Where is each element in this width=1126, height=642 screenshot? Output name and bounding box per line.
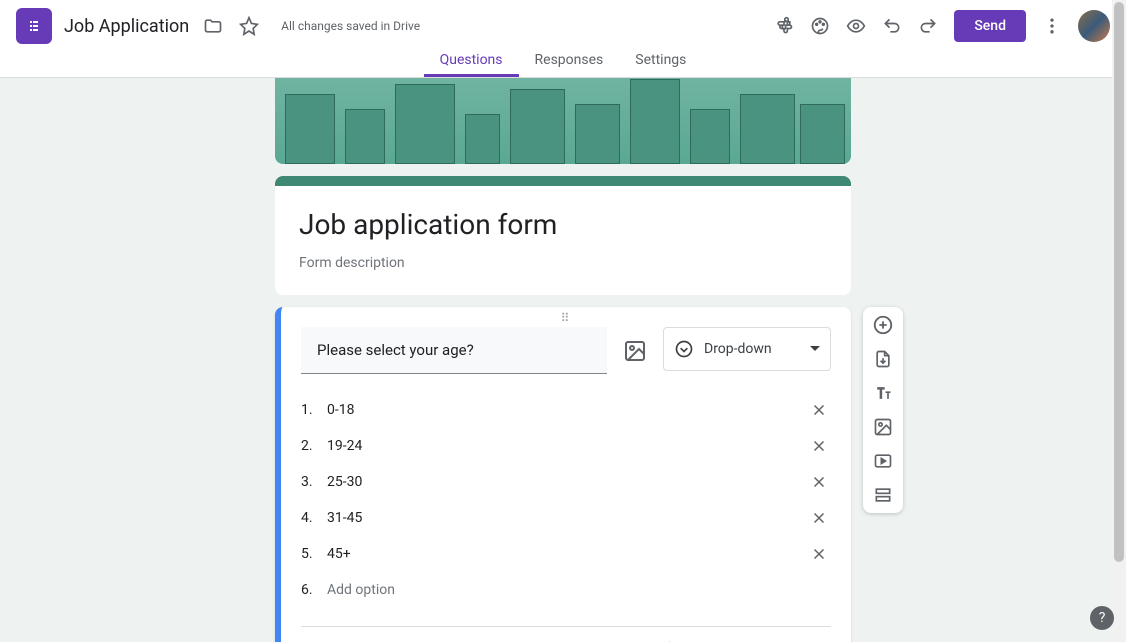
remove-option-icon[interactable]	[807, 434, 831, 458]
side-toolbar	[863, 307, 903, 513]
add-image-tool-icon[interactable]	[871, 415, 895, 439]
option-number: 1.	[301, 402, 321, 418]
redo-icon[interactable]	[910, 8, 946, 44]
remove-option-icon[interactable]	[807, 470, 831, 494]
remove-option-icon[interactable]	[807, 398, 831, 422]
scrollbar-thumb[interactable]	[1114, 2, 1124, 562]
option-row[interactable]: 1. 0-18	[301, 392, 831, 428]
save-status: All changes saved in Drive	[281, 19, 420, 33]
question-text-input[interactable]	[301, 327, 607, 374]
scrollbar[interactable]	[1112, 0, 1126, 642]
help-icon[interactable]: ?	[1090, 606, 1114, 630]
chevron-down-icon	[810, 344, 820, 354]
drag-handle-icon[interactable]: ⠿	[561, 311, 572, 325]
tab-questions[interactable]: Questions	[424, 52, 519, 77]
palette-icon[interactable]	[802, 8, 838, 44]
add-section-icon[interactable]	[871, 483, 895, 507]
question-type-label: Drop-down	[704, 341, 772, 357]
option-row[interactable]: 4. 31-45	[301, 500, 831, 536]
app-header: Job Application All changes saved in Dri…	[0, 0, 1126, 52]
options-list: 1. 0-18 2. 19-24 3. 25-30 4. 31-45	[301, 392, 831, 608]
question-card[interactable]: ⠿ Drop-down 1. 0-18 2.	[275, 307, 851, 642]
option-row[interactable]: 2. 19-24	[301, 428, 831, 464]
option-number: 3.	[301, 474, 321, 490]
remove-option-icon[interactable]	[807, 506, 831, 530]
question-footer: Required	[301, 626, 831, 642]
form-description[interactable]: Form description	[299, 255, 827, 271]
undo-icon[interactable]	[874, 8, 910, 44]
option-row[interactable]: 3. 25-30	[301, 464, 831, 500]
option-number: 2.	[301, 438, 321, 454]
option-text[interactable]: 19-24	[327, 438, 807, 454]
user-avatar[interactable]	[1078, 10, 1110, 42]
preview-icon[interactable]	[838, 8, 874, 44]
tab-responses[interactable]: Responses	[519, 52, 620, 77]
option-text[interactable]: 31-45	[327, 510, 807, 526]
add-image-icon[interactable]	[623, 339, 647, 363]
option-number: 4.	[301, 510, 321, 526]
question-type-select[interactable]: Drop-down	[663, 327, 831, 371]
form-canvas: Job application form Form description ⠿ …	[0, 78, 1126, 642]
form-banner	[275, 78, 851, 164]
option-text[interactable]: 25-30	[327, 474, 807, 490]
add-title-icon[interactable]	[871, 381, 895, 405]
forms-logo[interactable]	[16, 8, 52, 44]
option-number: 5.	[301, 546, 321, 562]
remove-option-icon[interactable]	[807, 542, 831, 566]
main-tabs: Questions Responses Settings	[0, 52, 1126, 78]
add-video-icon[interactable]	[871, 449, 895, 473]
add-question-icon[interactable]	[871, 313, 895, 337]
add-option-row[interactable]: 6. Add option	[301, 572, 831, 608]
option-number: 6.	[301, 582, 321, 598]
option-text[interactable]: 45+	[327, 546, 807, 562]
add-option-label[interactable]: Add option	[327, 582, 831, 598]
tab-settings[interactable]: Settings	[619, 52, 702, 77]
addons-icon[interactable]	[766, 8, 802, 44]
import-questions-icon[interactable]	[871, 347, 895, 371]
document-title[interactable]: Job Application	[64, 16, 189, 37]
form-title[interactable]: Job application form	[299, 208, 827, 241]
option-row[interactable]: 5. 45+	[301, 536, 831, 572]
form-title-card[interactable]: Job application form Form description	[275, 176, 851, 295]
send-button[interactable]: Send	[954, 10, 1026, 42]
dropdown-type-icon	[674, 339, 694, 359]
option-text[interactable]: 0-18	[327, 402, 807, 418]
star-icon[interactable]	[237, 14, 261, 38]
move-to-folder-icon[interactable]	[201, 14, 225, 38]
more-icon[interactable]	[1034, 8, 1070, 44]
